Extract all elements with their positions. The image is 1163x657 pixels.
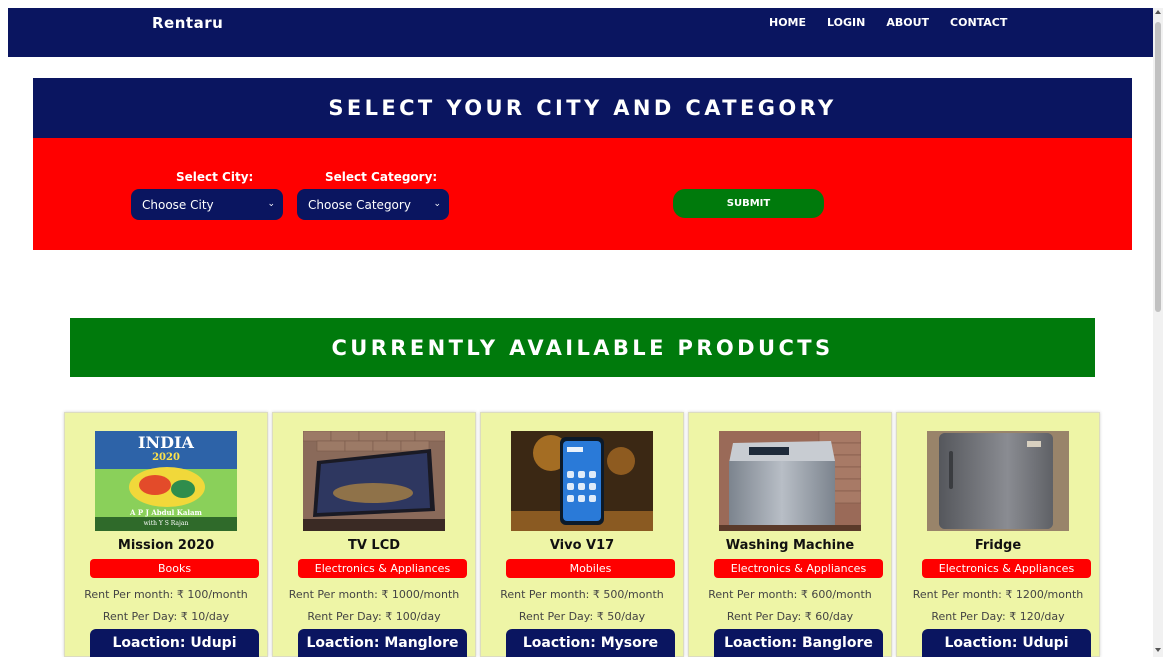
product-location-button[interactable]: Loaction: Udupi [922,629,1091,657]
product-category-badge: Electronics & Appliances [714,559,883,578]
products-section-title: CURRENTLY AVAILABLE PRODUCTS [331,335,834,360]
book-cover-subtitle: 2020 [152,452,180,463]
nav-about[interactable]: ABOUT [886,16,929,29]
product-category-badge: Electronics & Appliances [298,559,467,578]
nav-contact[interactable]: CONTACT [950,16,1007,29]
browser-viewport: Rentaru HOME LOGIN ABOUT CONTACT SELECT … [0,0,1163,657]
product-image-tv[interactable] [303,431,445,531]
product-rent-day: Rent Per Day: ₹ 50/day [518,610,646,623]
product-rent-day: Rent Per Day: ₹ 100/day [307,610,441,623]
chevron-down-icon: ⌄ [433,199,441,209]
product-rent-month: Rent Per month: ₹ 500/month [500,588,664,601]
scroll-down-arrow-icon[interactable] [1155,648,1161,652]
product-name: Vivo V17 [549,538,615,553]
nav-login[interactable]: LOGIN [827,16,865,29]
products-section-header: CURRENTLY AVAILABLE PRODUCTS [70,318,1095,377]
product-card[interactable]: Washing Machine Electronics & Appliances… [688,412,892,657]
product-image-phone[interactable] [511,431,653,531]
product-name: Fridge [974,538,1022,553]
scroll-up-arrow-icon[interactable] [1155,10,1161,14]
product-category-badge: Electronics & Appliances [922,559,1091,578]
product-rent-day: Rent Per Day: ₹ 10/day [102,610,230,623]
product-category-badge: Mobiles [506,559,675,578]
category-select[interactable]: Choose Category ⌄ [297,189,449,220]
product-image-washing-machine[interactable] [719,431,861,531]
submit-button[interactable]: SUBMIT [673,189,824,218]
product-card[interactable]: INDIA 2020 A P J Abdul Kalam with Y S Ra… [64,412,268,657]
product-rent-month: Rent Per month: ₹ 1000/month [288,588,460,601]
product-name: TV LCD [347,538,401,553]
product-rent-month: Rent Per month: ₹ 1200/month [912,588,1084,601]
product-rent-day: Rent Per Day: ₹ 120/day [931,610,1065,623]
select-form: Select City: Choose City ⌄ Select Catego… [33,138,1132,250]
select-section-title: SELECT YOUR CITY AND CATEGORY [328,96,837,120]
product-card[interactable]: Fridge Electronics & Appliances Rent Per… [896,412,1100,657]
select-section-header: SELECT YOUR CITY AND CATEGORY [33,78,1132,138]
product-rent-day: Rent Per Day: ₹ 60/day [726,610,854,623]
navbar: Rentaru HOME LOGIN ABOUT CONTACT [8,8,1153,57]
product-location-button[interactable]: Loaction: Mysore [506,629,675,657]
city-select-value: Choose City [142,197,214,212]
city-select[interactable]: Choose City ⌄ [131,189,283,220]
product-image-fridge[interactable] [927,431,1069,531]
nav-home[interactable]: HOME [769,16,806,29]
chevron-down-icon: ⌄ [267,199,275,209]
brand-logo[interactable]: Rentaru [152,14,223,32]
book-cover-author: A P J Abdul Kalam [129,508,203,517]
window-edge-top [0,0,1163,8]
nav-links: HOME LOGIN ABOUT CONTACT [769,16,1028,29]
city-label: Select City: [176,170,254,184]
product-rent-month: Rent Per month: ₹ 100/month [84,588,248,601]
product-name: Mission 2020 [117,538,215,553]
product-card[interactable]: Vivo V17 Mobiles Rent Per month: ₹ 500/m… [480,412,684,657]
product-card[interactable]: TV LCD Electronics & Appliances Rent Per… [272,412,476,657]
product-location-button[interactable]: Loaction: Udupi [90,629,259,657]
window-edge-left [0,0,8,657]
category-select-value: Choose Category [308,197,411,212]
product-category-badge: Books [90,559,259,578]
product-location-button[interactable]: Loaction: Manglore [298,629,467,657]
product-location-button[interactable]: Loaction: Banglore [714,629,883,657]
category-label: Select Category: [325,170,438,184]
scrollbar-thumb[interactable] [1155,22,1161,312]
product-rent-month: Rent Per month: ₹ 600/month [708,588,872,601]
book-cover-coauthor: with Y S Rajan [144,520,189,527]
product-name: Washing Machine [725,538,855,553]
product-image-book[interactable]: INDIA 2020 A P J Abdul Kalam with Y S Ra… [95,431,237,531]
book-cover-title: INDIA [138,433,194,452]
